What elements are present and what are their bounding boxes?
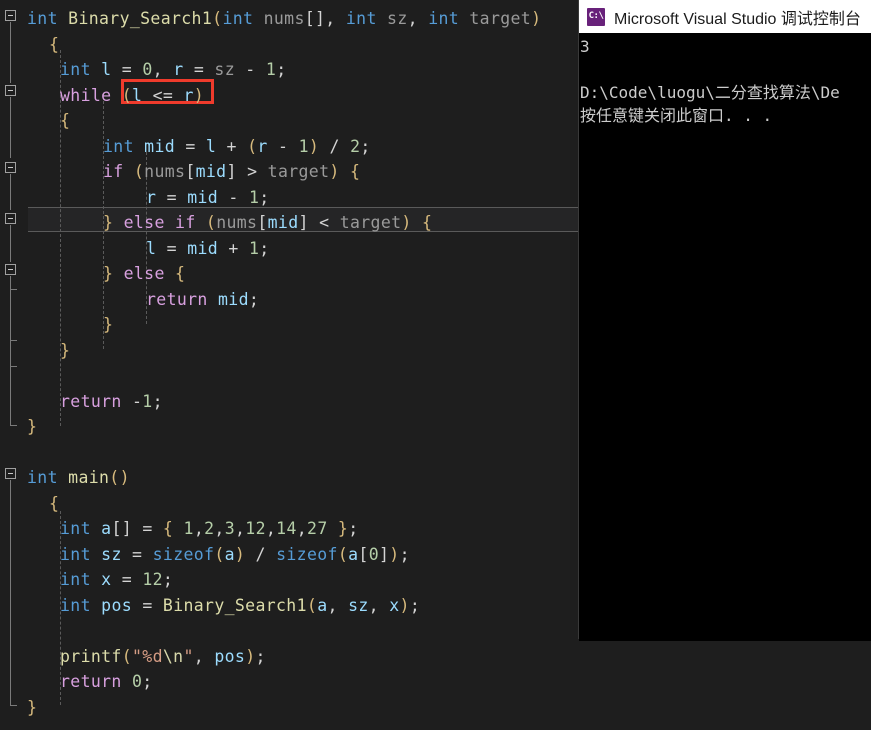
- code-line[interactable]: return mid;: [146, 287, 259, 313]
- code-line[interactable]: {: [60, 108, 70, 134]
- console-icon-glyph: C:\: [588, 11, 604, 21]
- code-line[interactable]: l = mid + 1;: [146, 236, 270, 262]
- code-line[interactable]: int main(): [27, 465, 130, 491]
- console-output-line: 3: [580, 37, 590, 56]
- code-line[interactable]: int pos = Binary_Search1(a, sz, x);: [60, 593, 420, 619]
- code-line[interactable]: [27, 440, 37, 466]
- code-line[interactable]: if (nums[mid] > target) {: [103, 159, 360, 185]
- code-line[interactable]: return -1;: [60, 389, 163, 415]
- code-line[interactable]: while (l <= r): [60, 83, 204, 109]
- code-line[interactable]: {: [49, 32, 59, 58]
- console-output-line: 按任意键关闭此窗口. . .: [580, 106, 773, 125]
- code-line[interactable]: } else {: [103, 261, 185, 287]
- code-line-current[interactable]: } else if (nums[mid] < target) {: [103, 210, 432, 236]
- debug-console-window[interactable]: C:\ Microsoft Visual Studio 调试控制台 3 D:\C…: [579, 0, 871, 641]
- code-line[interactable]: int x = 12;: [60, 567, 173, 593]
- code-line[interactable]: int Binary_Search1(int nums[], int sz, i…: [27, 6, 541, 32]
- code-line[interactable]: return 0;: [60, 669, 153, 695]
- code-line[interactable]: [60, 618, 70, 644]
- console-window-title: Microsoft Visual Studio 调试控制台: [614, 10, 861, 28]
- code-line[interactable]: r = mid - 1;: [146, 185, 270, 211]
- code-line[interactable]: int a[] = { 1,2,3,12,14,27 };: [60, 516, 359, 542]
- code-line[interactable]: }: [103, 312, 113, 338]
- console-app-icon: C:\: [587, 7, 605, 26]
- console-output-line: D:\Code\luogu\二分查找算法\De: [580, 83, 840, 102]
- code-line[interactable]: printf("%d\n", pos);: [60, 644, 266, 670]
- code-line[interactable]: int sz = sizeof(a) / sizeof(a[0]);: [60, 542, 410, 568]
- code-line[interactable]: {: [49, 491, 59, 517]
- code-line[interactable]: int l = 0, r = sz - 1;: [60, 57, 286, 83]
- code-line[interactable]: int mid = l + (r - 1) / 2;: [103, 134, 371, 160]
- code-line[interactable]: [60, 363, 70, 389]
- console-output-area[interactable]: 3 D:\Code\luogu\二分查找算法\De 按任意键关闭此窗口. . .: [579, 33, 871, 641]
- code-line[interactable]: }: [27, 695, 37, 721]
- code-line[interactable]: }: [60, 338, 70, 364]
- console-title-bar[interactable]: C:\ Microsoft Visual Studio 调试控制台: [579, 0, 871, 33]
- code-line[interactable]: }: [27, 414, 37, 440]
